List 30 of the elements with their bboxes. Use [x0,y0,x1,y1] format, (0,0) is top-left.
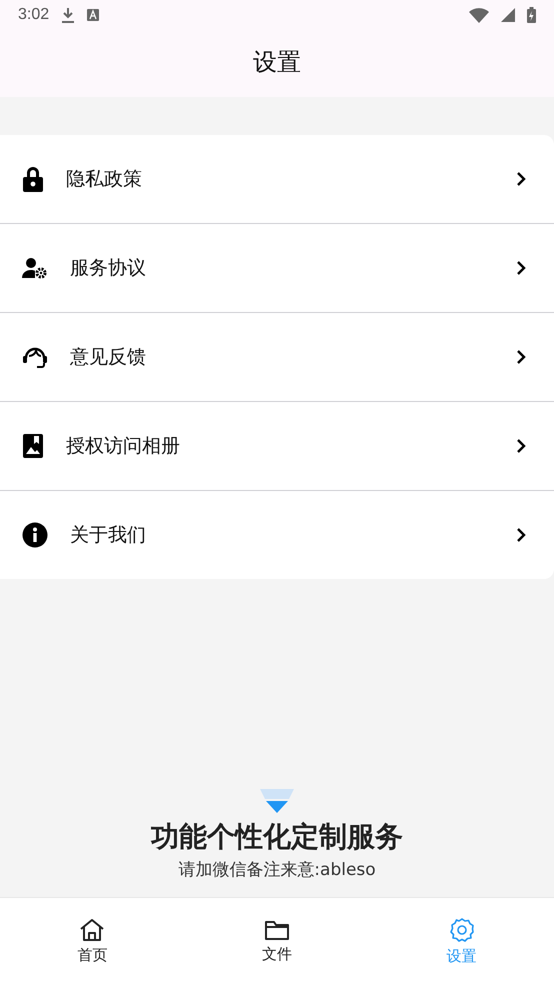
arrow-down-icon [260,789,294,814]
nav-tab[interactable]: 文件 [184,898,370,984]
nav-tab[interactable]: 首页 [0,898,185,984]
settings-item[interactable]: 隐私政策 [0,135,554,223]
status-time: 3:02 [18,6,50,24]
settings-item[interactable]: 授权访问相册 [0,401,554,490]
chevron-icon [516,349,526,365]
chevron-icon [516,527,526,543]
folder-icon [264,918,290,940]
wifi-icon [469,8,489,22]
settings-item[interactable]: 服务协议 [0,223,554,312]
info-icon [22,522,48,548]
settings-item[interactable]: 关于我们 [0,490,554,579]
lock-icon [22,166,44,192]
chevron-icon [516,438,526,454]
photo-book-icon [22,433,44,459]
page-title: 设置 [252,46,302,78]
keyboard-icon [87,9,100,21]
download-icon [61,7,76,23]
battery-icon [527,7,536,23]
chevron-icon [516,171,526,187]
settings-item[interactable]: 意见反馈 [0,312,554,401]
promo-title: 功能个性化定制服务 [151,819,403,855]
user-gear-icon [22,257,48,279]
promo-subtitle: 请加微信备注来意:ableso [178,859,376,881]
headset-icon [22,345,48,369]
settings-icon [448,916,475,942]
signal-icon [501,8,515,22]
chevron-icon [516,260,526,276]
home-icon [79,918,106,942]
